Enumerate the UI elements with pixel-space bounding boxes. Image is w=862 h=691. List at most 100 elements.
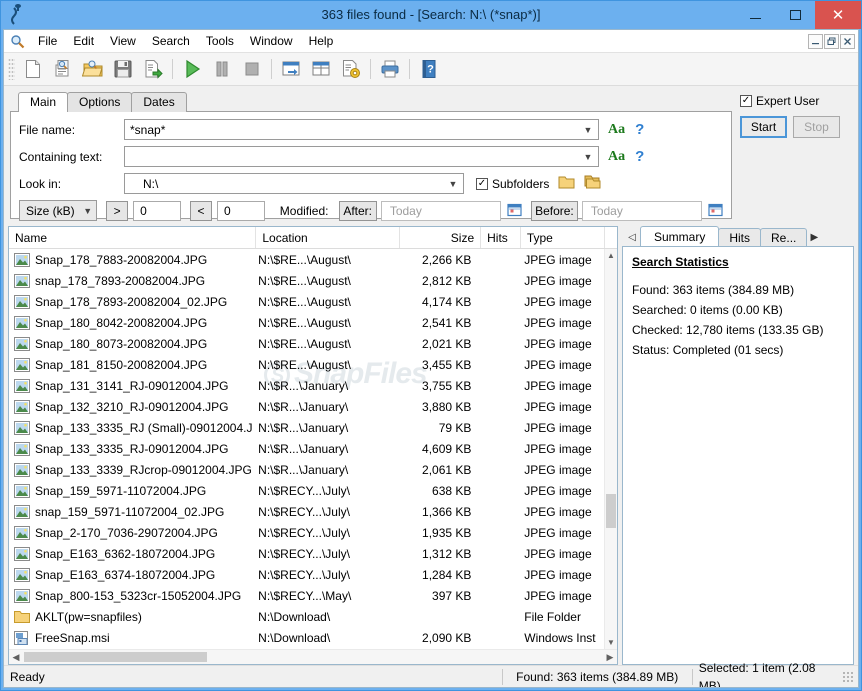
- before-date-input[interactable]: Today: [581, 200, 702, 221]
- file-name-input[interactable]: *snap* ▼: [124, 119, 599, 140]
- file-name-text: Snap_132_3210_RJ-09012004.JPG: [35, 399, 229, 414]
- column-header-location[interactable]: Location: [256, 227, 400, 248]
- scroll-right-icon[interactable]: ▶: [603, 650, 617, 664]
- scroll-left-icon[interactable]: ◀: [9, 650, 23, 664]
- open-search-icon[interactable]: [48, 55, 78, 83]
- table-row[interactable]: Snap_800-153_5323cr-15052004.JPG N:\$RECY…: [9, 585, 604, 606]
- menu-item-view[interactable]: View: [102, 31, 144, 52]
- size-less-input[interactable]: 0: [216, 200, 265, 221]
- calendar-icon-after[interactable]: [507, 202, 522, 220]
- table-row[interactable]: Snap_132_3210_RJ-09012004.JPG N:\$R...\Ja…: [9, 396, 604, 417]
- results-header: Name Location Size Hits Type: [9, 227, 617, 249]
- menu-item-search[interactable]: Search: [144, 31, 198, 52]
- table-row[interactable]: Snap_E163_6374-18072004.JPG N:\$RECY...\J…: [9, 564, 604, 585]
- tab-report[interactable]: Re...: [760, 228, 808, 247]
- tab-main[interactable]: Main: [18, 92, 69, 113]
- column-header-type[interactable]: Type: [521, 227, 606, 248]
- maximize-button[interactable]: [775, 1, 815, 29]
- size-greater-button[interactable]: >: [106, 200, 129, 221]
- horizontal-scroll-thumb[interactable]: [24, 652, 207, 662]
- containing-text-help-icon[interactable]: ?: [635, 148, 644, 165]
- new-search-icon[interactable]: [18, 55, 48, 83]
- table-row[interactable]: Snap_180_8073-20082004.JPG N:\$RE...\Augu…: [9, 333, 604, 354]
- look-in-input[interactable]: N:\ ▼: [124, 173, 464, 194]
- table-row[interactable]: AKLT(pw=snapfiles) N:\Download\ File Folde…: [9, 606, 604, 627]
- size-greater-input[interactable]: 0: [133, 200, 181, 221]
- column-header-size[interactable]: Size: [400, 227, 482, 248]
- mdi-restore-button[interactable]: [824, 33, 839, 49]
- size-less-button[interactable]: <: [189, 200, 212, 221]
- size-unit-select[interactable]: Size (kB) ▼: [19, 200, 98, 221]
- containing-text-input[interactable]: ▼: [124, 146, 599, 167]
- expert-user-checkbox[interactable]: ✓ Expert User: [740, 94, 852, 108]
- browse-folder-icon[interactable]: [558, 175, 575, 192]
- table-row[interactable]: Snap_178_7883-20082004.JPG N:\$RE...\Augu…: [9, 249, 604, 270]
- table-row[interactable]: Snap_133_3335_RJ (Small)-09012004.JPG N:\…: [9, 417, 604, 438]
- menu-item-window[interactable]: Window: [242, 31, 301, 52]
- table-row[interactable]: Snap_133_3335_RJ-09012004.JPG N:\$R...\Ja…: [9, 438, 604, 459]
- results-horizontal-scrollbar[interactable]: ◀ ▶: [9, 649, 617, 664]
- table-row[interactable]: Snap_131_3141_RJ-09012004.JPG N:\$R...\Ja…: [9, 375, 604, 396]
- summary-tab-prev-icon[interactable]: ◁: [624, 228, 640, 247]
- table-row[interactable]: Snap_181_8150-20082004.JPG N:\$RE...\Augu…: [9, 354, 604, 375]
- menu-item-file[interactable]: File: [30, 31, 65, 52]
- pause-icon[interactable]: [207, 55, 237, 83]
- scroll-down-icon[interactable]: ▼: [605, 636, 617, 649]
- open-folder-icon[interactable]: [78, 55, 108, 83]
- column-header-hits[interactable]: Hits: [481, 227, 521, 248]
- cell-type: Windows Inst: [524, 630, 596, 645]
- table-row[interactable]: Snap_E163_6362-18072004.JPG N:\$RECY...\J…: [9, 543, 604, 564]
- table-row[interactable]: Snap_159_5971-11072004.JPG N:\$RECY...\Ju…: [9, 480, 604, 501]
- chevron-down-icon[interactable]: ▼: [581, 120, 595, 139]
- help-icon[interactable]: ?: [414, 55, 444, 83]
- table-row[interactable]: FreeSnap.msi N:\Download\ 2,090 KB Windows …: [9, 627, 604, 648]
- file-name-case-icon[interactable]: Aa: [608, 122, 625, 138]
- close-button[interactable]: ✕: [815, 1, 861, 29]
- tab-dates[interactable]: Dates: [131, 92, 187, 112]
- file-name-text: Snap_E163_6374-18072004.JPG: [35, 567, 216, 582]
- after-button[interactable]: After:: [338, 200, 377, 221]
- options-icon[interactable]: [336, 55, 366, 83]
- table-row[interactable]: Snap_2-170_7036-29072004.JPG N:\$RECY...\…: [9, 522, 604, 543]
- table-row[interactable]: Snap_180_8042-20082004.JPG N:\$RE...\Augu…: [9, 312, 604, 333]
- mdi-close-button[interactable]: [840, 33, 855, 49]
- chevron-down-icon-3[interactable]: ▼: [446, 174, 460, 193]
- containing-text-case-icon[interactable]: Aa: [608, 149, 625, 165]
- menu-item-help[interactable]: Help: [301, 31, 342, 52]
- resize-grip[interactable]: [842, 670, 854, 683]
- window-cascade-icon[interactable]: [276, 55, 306, 83]
- print-icon[interactable]: [375, 55, 405, 83]
- tab-summary[interactable]: Summary: [640, 226, 720, 247]
- file-name-help-icon[interactable]: ?: [635, 121, 644, 138]
- menu-item-tools[interactable]: Tools: [198, 31, 242, 52]
- menu-item-edit[interactable]: Edit: [65, 31, 102, 52]
- menu-bar: File Edit View Search Tools Window Help: [4, 30, 858, 53]
- table-row[interactable]: snap_178_7893-20082004.JPG N:\$RE...\Augu…: [9, 270, 604, 291]
- stop-icon[interactable]: [237, 55, 267, 83]
- tab-hits[interactable]: Hits: [718, 228, 762, 247]
- browse-multi-folder-icon[interactable]: [584, 175, 601, 192]
- column-header-name[interactable]: Name: [9, 227, 257, 248]
- scroll-up-icon[interactable]: ▲: [605, 249, 617, 262]
- table-row[interactable]: Snap_178_7893-20082004_02.JPG N:\$RE...\A…: [9, 291, 604, 312]
- cell-name: Snap_159_5971-11072004.JPG: [9, 483, 253, 498]
- minimize-button[interactable]: [735, 1, 775, 29]
- before-button[interactable]: Before:: [531, 200, 578, 221]
- table-row[interactable]: Snap_133_3339_RJcrop-09012004.JPG N:\$R..…: [9, 459, 604, 480]
- vertical-scroll-thumb[interactable]: [606, 494, 616, 528]
- calendar-icon-before[interactable]: [708, 202, 723, 220]
- chevron-down-icon-2[interactable]: ▼: [581, 147, 595, 166]
- toolbar-grip[interactable]: [8, 58, 15, 80]
- window-tile-icon[interactable]: [306, 55, 336, 83]
- summary-tab-next-icon[interactable]: ▶: [806, 228, 822, 247]
- tab-options[interactable]: Options: [67, 92, 133, 112]
- mdi-minimize-button[interactable]: [808, 33, 823, 49]
- after-date-input[interactable]: Today: [380, 200, 501, 221]
- table-row[interactable]: snap_159_5971-11072004_02.JPG N:\$RECY...…: [9, 501, 604, 522]
- subfolders-checkbox[interactable]: ✓ Subfolders: [476, 177, 549, 191]
- start-button[interactable]: Start: [740, 116, 787, 138]
- export-icon[interactable]: [138, 55, 168, 83]
- results-vertical-scrollbar[interactable]: ▲ ▼: [604, 249, 617, 649]
- save-icon[interactable]: [108, 55, 138, 83]
- start-search-icon[interactable]: [177, 55, 207, 83]
